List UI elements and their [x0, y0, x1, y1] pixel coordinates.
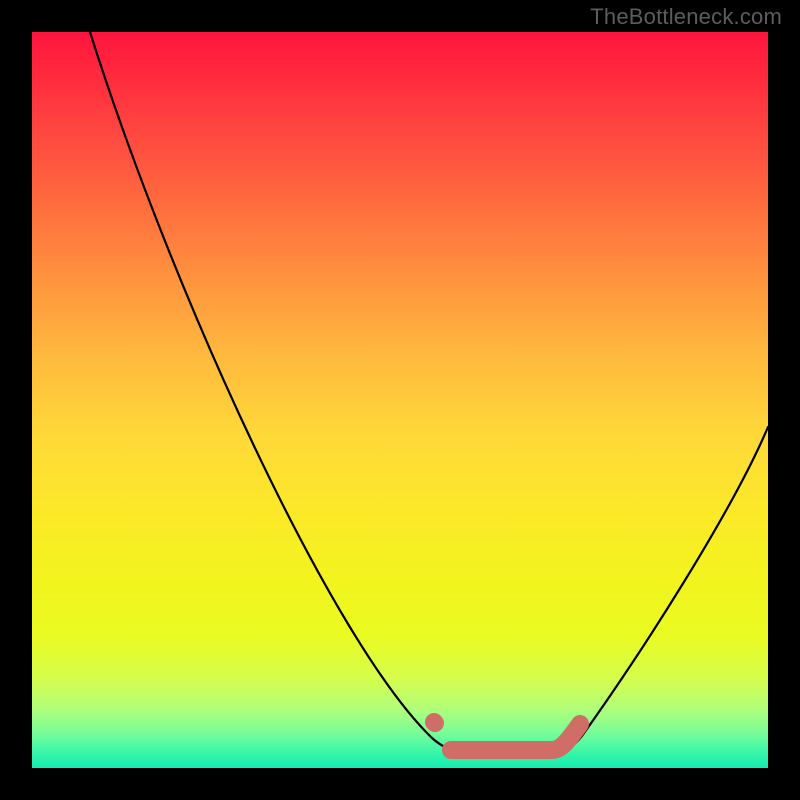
- plot-area: [32, 32, 768, 768]
- highlight-segment: [434, 722, 580, 750]
- curve-layer: [32, 32, 768, 768]
- chart-stage: TheBottleneck.com: [0, 0, 800, 800]
- bottleneck-curve-line: [90, 32, 768, 750]
- watermark-text: TheBottleneck.com: [590, 4, 782, 30]
